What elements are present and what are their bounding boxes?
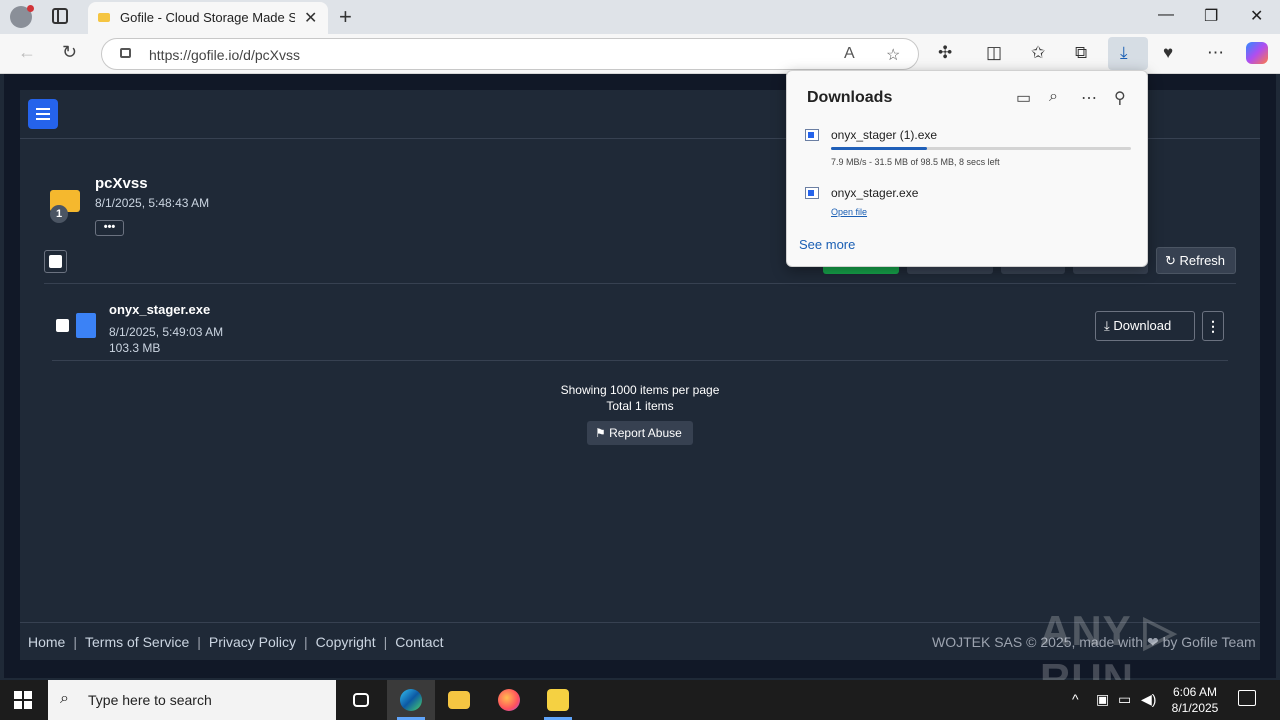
copilot-icon[interactable]	[1246, 42, 1268, 64]
network-icon[interactable]: ▭	[1118, 691, 1131, 708]
items-per-page-text: Showing 1000 items per page	[560, 383, 720, 397]
download-arrow-icon: ⤓	[1104, 318, 1114, 333]
url-bar[interactable]: https://gofile.io/d/pcXvss A ☆	[101, 38, 919, 70]
browser-essentials-icon[interactable]: ♥	[1163, 43, 1173, 63]
close-tab-icon[interactable]: ✕	[304, 8, 317, 28]
footer-link-terms[interactable]: Terms of Service	[85, 634, 189, 650]
tab-actions-icon[interactable]	[52, 8, 68, 24]
footer-link-copyright[interactable]: Copyright	[316, 634, 376, 650]
taskbar: ⌕ Type here to search ^ ▣ ▭ ◀) 6:06 AM 8…	[0, 680, 1280, 720]
open-downloads-folder-icon[interactable]: ▭	[1016, 88, 1031, 108]
browser-tab[interactable]: Gofile - Cloud Storage Made Simple ✕	[88, 2, 328, 34]
downloads-flyout: Downloads ▭ ⌕ ⋯ ⚲ onyx_stager (1).exe 7.…	[786, 70, 1148, 267]
refresh-icon: ↻	[1165, 253, 1180, 268]
exe-file-icon	[805, 129, 819, 141]
folder-count-badge: 1	[50, 205, 68, 223]
profile-notification-dot	[27, 5, 34, 12]
favorites-icon[interactable]: ✩	[1031, 43, 1045, 63]
report-abuse-button[interactable]: ⚑ Report Abuse	[587, 421, 693, 445]
search-downloads-icon[interactable]: ⌕	[1049, 88, 1058, 106]
settings-more-icon[interactable]: ⋯	[1207, 43, 1224, 63]
start-button[interactable]	[14, 691, 32, 709]
download-item-name[interactable]: onyx_stager (1).exe	[831, 128, 937, 142]
file-size: 103.3 MB	[109, 341, 161, 355]
extensions-icon[interactable]: ✣	[938, 43, 952, 63]
notification-center-icon[interactable]	[1238, 690, 1256, 706]
folder-date: 8/1/2025, 5:48:43 AM	[95, 196, 210, 210]
split-screen-icon[interactable]: ◫	[986, 43, 1002, 63]
footer-link-contact[interactable]: Contact	[395, 634, 443, 650]
report-abuse-label: Report Abuse	[609, 426, 682, 440]
select-all-checkbox[interactable]	[44, 250, 67, 273]
firefox-icon	[498, 689, 520, 711]
download-progress-bar	[831, 147, 1131, 150]
site-info-lock-icon[interactable]	[120, 48, 131, 58]
file-select-checkbox[interactable]	[56, 319, 69, 332]
script-app-button[interactable]	[534, 680, 582, 720]
file-explorer-button[interactable]	[435, 680, 483, 720]
close-window-icon[interactable]: ✕	[1250, 6, 1263, 26]
folder-name: pcXvss	[95, 175, 148, 192]
firefox-button[interactable]	[485, 680, 533, 720]
script-app-icon	[547, 689, 569, 711]
taskbar-search-placeholder: Type here to search	[88, 692, 212, 708]
file-row-divider	[52, 360, 1228, 361]
toolbar-divider	[44, 283, 1236, 284]
volume-icon[interactable]: ◀)	[1141, 691, 1156, 708]
system-clock[interactable]: 6:06 AM 8/1/2025	[1160, 684, 1230, 716]
gofile-favicon-icon	[98, 13, 110, 22]
folder-app-icon	[448, 691, 470, 709]
file-date: 8/1/2025, 5:49:03 AM	[109, 325, 224, 339]
clock-time: 6:06 AM	[1172, 685, 1218, 699]
back-icon[interactable]: ←	[18, 42, 36, 63]
file-icon	[76, 313, 96, 338]
edge-taskbar-button[interactable]	[387, 680, 435, 720]
reload-icon[interactable]: ↻	[62, 42, 77, 63]
file-download-button[interactable]: ⤓ Download	[1095, 311, 1195, 341]
refresh-button[interactable]: ↻ Refresh	[1156, 247, 1236, 274]
restore-icon[interactable]: ❐	[1204, 6, 1218, 26]
open-file-link[interactable]: Open file	[831, 207, 867, 217]
downloads-more-icon[interactable]: ⋯	[1081, 88, 1097, 108]
downloads-button[interactable]: ⤓	[1108, 37, 1148, 70]
pin-downloads-icon[interactable]: ⚲	[1114, 88, 1126, 108]
task-view-icon	[353, 693, 369, 707]
new-tab-icon[interactable]: +	[339, 4, 352, 30]
download-item-name[interactable]: onyx_stager.exe	[831, 186, 918, 200]
see-more-link[interactable]: See more	[799, 237, 855, 252]
tab-title: Gofile - Cloud Storage Made Simple	[120, 10, 295, 25]
total-items-text: Total 1 items	[606, 399, 674, 413]
flag-icon: ⚑	[595, 426, 610, 440]
exe-file-icon	[805, 187, 819, 199]
task-view-button[interactable]	[337, 680, 385, 720]
minimize-icon[interactable]: —	[1158, 6, 1174, 24]
file-name[interactable]: onyx_stager.exe	[109, 302, 210, 317]
favorite-star-icon[interactable]: ☆	[886, 45, 900, 65]
menu-button[interactable]	[28, 99, 58, 129]
download-icon: ⤓	[1120, 43, 1128, 62]
refresh-label: Refresh	[1179, 253, 1226, 268]
search-icon: ⌕	[60, 690, 69, 707]
edge-icon	[400, 689, 422, 711]
folder-more-button[interactable]: •••	[95, 220, 124, 236]
taskbar-search-box[interactable]: ⌕ Type here to search	[48, 680, 336, 720]
url-text[interactable]: https://gofile.io/d/pcXvss	[149, 47, 300, 63]
file-more-button[interactable]: ⋮	[1202, 311, 1224, 341]
address-toolbar: ← ↻ https://gofile.io/d/pcXvss A ☆ ✣ ◫ ✩…	[0, 34, 1280, 74]
downloads-title: Downloads	[807, 89, 893, 106]
read-aloud-icon[interactable]: A	[844, 45, 855, 63]
select-all-box[interactable]	[49, 255, 62, 268]
device-icon[interactable]: ▣	[1096, 691, 1109, 708]
download-label: Download	[1113, 318, 1172, 333]
show-hidden-icons-icon[interactable]: ^	[1072, 691, 1079, 707]
clock-date: 8/1/2025	[1171, 701, 1219, 715]
collections-icon[interactable]: ⧉	[1075, 43, 1087, 63]
footer-link-home[interactable]: Home	[28, 634, 65, 650]
download-progress-fill	[831, 147, 927, 150]
footer-link-privacy[interactable]: Privacy Policy	[209, 634, 296, 650]
browser-tab-strip: Gofile - Cloud Storage Made Simple ✕ + —…	[0, 0, 1280, 34]
footer-links: Home | Terms of Service | Privacy Policy | Cop…	[28, 634, 444, 650]
download-status: 7.9 MB/s - 31.5 MB of 98.5 MB, 8 secs le…	[831, 157, 1000, 167]
